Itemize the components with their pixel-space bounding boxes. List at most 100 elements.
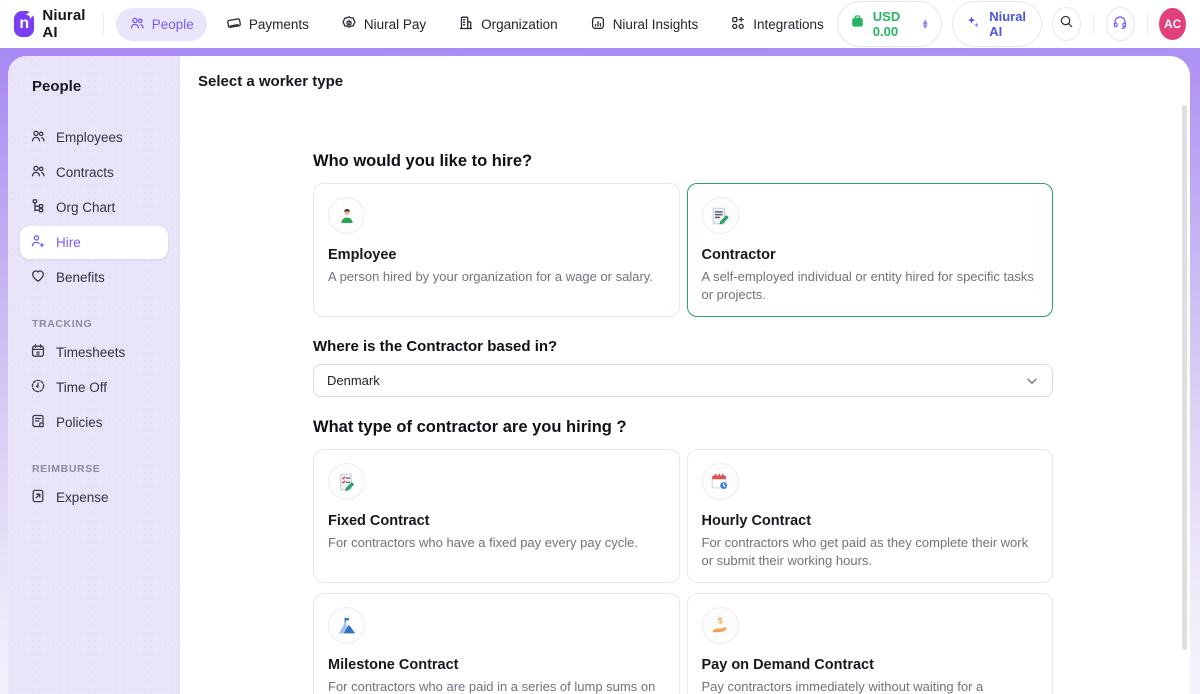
brand-name: Niural AI xyxy=(42,7,91,41)
contracts-icon xyxy=(30,163,46,182)
sidebar-section-tracking: TRACKING xyxy=(32,318,180,330)
contract-card-title: Milestone Contract xyxy=(328,657,665,673)
user-avatar[interactable]: AC xyxy=(1159,8,1186,40)
sidebar-item-contracts[interactable]: Contracts xyxy=(20,156,168,189)
nav-item-label: People xyxy=(152,17,194,32)
nav-item-label: Niural Insights xyxy=(613,17,699,32)
integrations-icon xyxy=(730,15,746,34)
contractor-memo-icon xyxy=(702,197,739,234)
contract-type-cards: Fixed Contract For contractors who have … xyxy=(313,449,1053,694)
topbar-right: USD 0.00 ▲▼ Niural AI xyxy=(837,1,1186,47)
sparkles-icon xyxy=(965,14,981,35)
search-button[interactable] xyxy=(1052,7,1081,41)
contract-card-description: Pay contractors immediately without wait… xyxy=(702,678,1039,694)
sidebar-item-timesheets[interactable]: Timesheets xyxy=(20,336,168,369)
policy-doc-icon xyxy=(30,413,46,432)
worker-card-employee[interactable]: Employee A person hired by your organiza… xyxy=(313,183,680,317)
contract-card-description: For contractors who get paid as they com… xyxy=(702,534,1039,569)
worker-card-title: Contractor xyxy=(702,247,1039,263)
people-icon xyxy=(129,15,145,34)
page-title: Select a worker type xyxy=(180,56,1190,90)
contract-card-pay-on-demand[interactable]: $ Pay on Demand Contract Pay contractors… xyxy=(687,593,1054,694)
currency-selector[interactable]: USD 0.00 ▲▼ xyxy=(837,1,942,47)
app-root: n✦ Niural AI People xyxy=(0,0,1200,694)
hourly-calendar-clock-icon xyxy=(702,463,739,500)
pay-shield-icon xyxy=(341,15,357,34)
contract-card-description: For contractors who have a fixed pay eve… xyxy=(328,534,665,552)
sidebar-item-expense[interactable]: Expense xyxy=(20,481,168,514)
sidebar-item-label: Contracts xyxy=(56,165,114,180)
sidebar-section-reimburse: REIMBURSE xyxy=(32,463,180,475)
nav-item-niural-insights[interactable]: Niural Insights xyxy=(577,8,712,41)
nav-item-label: Payments xyxy=(249,17,309,32)
country-select[interactable]: Denmark xyxy=(313,364,1053,397)
milestone-mountain-flag-icon xyxy=(328,607,365,644)
sidebar-item-time-off[interactable]: Time Off xyxy=(20,371,168,404)
main-panel: Select a worker type Who would you like … xyxy=(180,56,1190,694)
sidebar-item-hire[interactable]: Hire xyxy=(20,226,168,259)
org-chart-icon xyxy=(30,198,46,217)
contract-card-fixed[interactable]: Fixed Contract For contractors who have … xyxy=(313,449,680,583)
worker-card-contractor[interactable]: Contractor A self-employed individual or… xyxy=(687,183,1054,317)
worker-card-description: A self-employed individual or entity hir… xyxy=(702,268,1039,303)
worker-card-title: Employee xyxy=(328,247,665,263)
nav-item-payments[interactable]: Payments xyxy=(213,8,322,41)
sidebar-item-label: Org Chart xyxy=(56,200,115,215)
divider xyxy=(103,13,104,35)
sidebar-item-org-chart[interactable]: Org Chart xyxy=(20,191,168,224)
contract-card-milestone[interactable]: Milestone Contract For contractors who a… xyxy=(313,593,680,694)
headphones-icon xyxy=(1112,14,1128,35)
worker-type-cards: Employee A person hired by your organiza… xyxy=(313,183,1053,317)
nav-item-label: Integrations xyxy=(753,17,824,32)
sidebar-item-policies[interactable]: Policies xyxy=(20,406,168,439)
sidebar: People Employees Contract xyxy=(8,56,180,694)
pay-on-demand-hand-icon: $ xyxy=(702,607,739,644)
divider xyxy=(1147,13,1148,35)
sidebar-main-group: Employees Contracts xyxy=(8,121,180,294)
contract-card-title: Hourly Contract xyxy=(702,513,1039,529)
nav-item-people[interactable]: People xyxy=(116,8,207,41)
sidebar-item-label: Policies xyxy=(56,415,103,430)
nav-item-label: Niural Pay xyxy=(364,17,426,32)
hire-person-plus-icon xyxy=(30,233,46,252)
contract-question-heading: What type of contractor are you hiring ? xyxy=(313,418,1053,437)
sidebar-item-label: Timesheets xyxy=(56,345,125,360)
worker-question-heading: Who would you like to hire? xyxy=(313,152,1053,171)
main-scrollbar[interactable] xyxy=(1182,105,1187,650)
money-bag-icon xyxy=(850,14,865,34)
nav-item-organization[interactable]: Organization xyxy=(445,8,571,41)
clock-icon xyxy=(30,378,46,397)
nav-item-niural-pay[interactable]: Niural Pay xyxy=(328,8,439,41)
niural-ai-button[interactable]: Niural AI xyxy=(952,1,1042,47)
sidebar-item-employees[interactable]: Employees xyxy=(20,121,168,154)
contract-card-description: For contractors who are paid in a series… xyxy=(328,678,665,694)
building-icon xyxy=(458,15,474,34)
svg-text:$: $ xyxy=(718,616,723,625)
sidebar-item-label: Time Off xyxy=(56,380,107,395)
payments-icon xyxy=(226,15,242,34)
search-icon xyxy=(1059,14,1074,34)
sidebar-item-benefits[interactable]: Benefits xyxy=(20,261,168,294)
brand[interactable]: n✦ Niural AI xyxy=(14,7,91,41)
chevron-down-icon xyxy=(1025,374,1039,388)
nav-item-label: Organization xyxy=(481,17,558,32)
sidebar-title: People xyxy=(8,56,180,95)
receipt-icon xyxy=(30,488,46,507)
contract-card-title: Pay on Demand Contract xyxy=(702,657,1039,673)
insights-chart-icon xyxy=(590,15,606,34)
support-button[interactable] xyxy=(1106,7,1135,41)
sidebar-item-label: Benefits xyxy=(56,270,105,285)
fixed-contract-checklist-icon xyxy=(328,463,365,500)
chevron-updown-icon: ▲▼ xyxy=(921,19,929,29)
sidebar-item-label: Hire xyxy=(56,235,81,250)
contract-card-title: Fixed Contract xyxy=(328,513,665,529)
heart-icon xyxy=(30,268,46,287)
divider xyxy=(1093,13,1094,35)
primary-nav: People Payments Niural P xyxy=(116,8,837,41)
employee-person-icon xyxy=(328,197,365,234)
hire-form: Who would you like to hire? Employee A p… xyxy=(313,152,1053,694)
niural-logo-icon: n✦ xyxy=(14,11,34,37)
calendar-icon xyxy=(30,343,46,362)
nav-item-integrations[interactable]: Integrations xyxy=(717,8,837,41)
contract-card-hourly[interactable]: Hourly Contract For contractors who get … xyxy=(687,449,1054,583)
